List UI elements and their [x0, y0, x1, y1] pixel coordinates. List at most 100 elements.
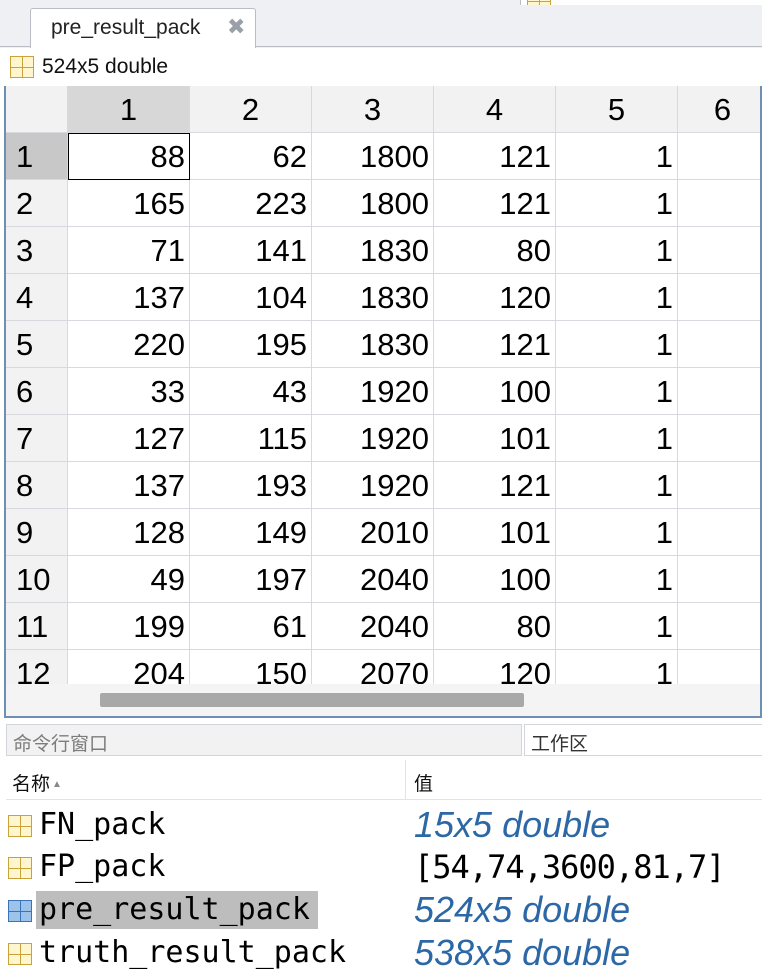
- table-cell[interactable]: 104: [190, 274, 312, 321]
- list-item[interactable]: pre_result_pack 524x5 double: [6, 889, 762, 932]
- table-cell[interactable]: [678, 321, 760, 368]
- table-cell[interactable]: 1: [556, 227, 678, 274]
- table-cell[interactable]: 197: [190, 556, 312, 603]
- table-cell[interactable]: 80: [434, 227, 556, 274]
- row-header[interactable]: 4: [6, 274, 68, 321]
- table-cell[interactable]: 141: [190, 227, 312, 274]
- row-header[interactable]: 3: [6, 227, 68, 274]
- table-cell[interactable]: [678, 227, 760, 274]
- tab-pre-result-pack[interactable]: pre_result_pack ✖: [30, 8, 256, 48]
- close-icon[interactable]: ✖: [227, 15, 245, 40]
- scrollbar-thumb[interactable]: [100, 693, 524, 707]
- table-cell[interactable]: 2010: [312, 509, 434, 556]
- table-cell[interactable]: 1: [556, 180, 678, 227]
- table-cell[interactable]: 115: [190, 415, 312, 462]
- column-header[interactable]: 6: [678, 86, 760, 133]
- table-cell[interactable]: 1830: [312, 227, 434, 274]
- table-cell[interactable]: [678, 368, 760, 415]
- table-cell[interactable]: [678, 180, 760, 227]
- table-cell[interactable]: 1920: [312, 368, 434, 415]
- table-cell[interactable]: 1: [556, 603, 678, 650]
- table-cell[interactable]: 1: [556, 415, 678, 462]
- column-header[interactable]: 5: [556, 86, 678, 133]
- column-header-name[interactable]: 名称 ▲: [6, 760, 406, 800]
- variable-name[interactable]: FN_pack: [36, 806, 173, 844]
- column-header-value[interactable]: 值: [414, 769, 433, 796]
- table-cell[interactable]: 1830: [312, 321, 434, 368]
- table-cell[interactable]: 128: [68, 509, 190, 556]
- table-cell[interactable]: 49: [68, 556, 190, 603]
- column-header[interactable]: 2: [190, 86, 312, 133]
- table-cell[interactable]: 121: [434, 462, 556, 509]
- table-cell[interactable]: 1: [556, 462, 678, 509]
- table-cell[interactable]: [678, 509, 760, 556]
- table-cell[interactable]: 100: [434, 556, 556, 603]
- variable-editor[interactable]: 1 2 3 4 5 6 1 88 62 1800 121 1 2 165 223 1800 121 1 3 71 141…: [4, 86, 762, 718]
- column-header[interactable]: 4: [434, 86, 556, 133]
- table-cell[interactable]: 2040: [312, 556, 434, 603]
- table-cell[interactable]: 1920: [312, 415, 434, 462]
- table-cell[interactable]: 1: [556, 133, 678, 180]
- row-header[interactable]: 9: [6, 509, 68, 556]
- list-item[interactable]: FP_pack [54,74,3600,81,7]: [6, 846, 762, 889]
- table-cell[interactable]: 195: [190, 321, 312, 368]
- table-cell[interactable]: 121: [434, 133, 556, 180]
- table-cell[interactable]: 1800: [312, 133, 434, 180]
- list-item[interactable]: FN_pack 15x5 double: [6, 804, 762, 847]
- table-cell[interactable]: 100: [434, 368, 556, 415]
- table-cell[interactable]: [678, 133, 760, 180]
- row-header[interactable]: 1: [6, 133, 68, 180]
- table-cell[interactable]: 199: [68, 603, 190, 650]
- table-cell[interactable]: 62: [190, 133, 312, 180]
- table-cell[interactable]: [678, 462, 760, 509]
- variable-name[interactable]: pre_result_pack: [36, 891, 318, 929]
- table-cell[interactable]: 1: [556, 368, 678, 415]
- list-item[interactable]: truth_result_pack 538x5 double: [6, 932, 762, 975]
- table-cell[interactable]: 121: [434, 321, 556, 368]
- row-header[interactable]: 10: [6, 556, 68, 603]
- table-cell[interactable]: [678, 603, 760, 650]
- table-cell[interactable]: 1920: [312, 462, 434, 509]
- variable-name[interactable]: truth_result_pack: [36, 934, 354, 972]
- table-cell[interactable]: 223: [190, 180, 312, 227]
- tab-command-window[interactable]: 命令行窗口: [6, 724, 522, 756]
- column-header[interactable]: 3: [312, 86, 434, 133]
- table-cell[interactable]: 120: [434, 274, 556, 321]
- variable-name[interactable]: FP_pack: [36, 848, 173, 886]
- row-header[interactable]: 8: [6, 462, 68, 509]
- table-cell[interactable]: 80: [434, 603, 556, 650]
- row-header[interactable]: 6: [6, 368, 68, 415]
- table-cell[interactable]: 165: [68, 180, 190, 227]
- table-cell[interactable]: 220: [68, 321, 190, 368]
- table-cell[interactable]: 1: [556, 321, 678, 368]
- column-header[interactable]: 1: [68, 86, 190, 133]
- table-cell[interactable]: 43: [190, 368, 312, 415]
- table-cell[interactable]: 137: [68, 274, 190, 321]
- row-header[interactable]: 5: [6, 321, 68, 368]
- row-header[interactable]: 7: [6, 415, 68, 462]
- tab-partially-hidden[interactable]: [520, 0, 762, 5]
- table-cell[interactable]: 1: [556, 556, 678, 603]
- table-cell[interactable]: 101: [434, 509, 556, 556]
- table-cell[interactable]: 101: [434, 415, 556, 462]
- table-cell[interactable]: [678, 274, 760, 321]
- table-cell[interactable]: 137: [68, 462, 190, 509]
- grid-corner[interactable]: [6, 86, 68, 133]
- table-cell[interactable]: [678, 415, 760, 462]
- table-cell[interactable]: 71: [68, 227, 190, 274]
- table-cell[interactable]: 1830: [312, 274, 434, 321]
- table-cell[interactable]: 1: [556, 509, 678, 556]
- table-cell[interactable]: 1: [556, 274, 678, 321]
- horizontal-scrollbar[interactable]: [6, 684, 760, 716]
- tab-workspace[interactable]: 工作区: [524, 724, 762, 756]
- table-cell[interactable]: 61: [190, 603, 312, 650]
- row-header[interactable]: 11: [6, 603, 68, 650]
- table-cell[interactable]: 121: [434, 180, 556, 227]
- table-cell[interactable]: 33: [68, 368, 190, 415]
- row-header[interactable]: 2: [6, 180, 68, 227]
- table-cell[interactable]: 127: [68, 415, 190, 462]
- table-cell[interactable]: 2040: [312, 603, 434, 650]
- table-cell[interactable]: 88: [68, 133, 190, 180]
- table-cell[interactable]: 193: [190, 462, 312, 509]
- table-cell[interactable]: 1800: [312, 180, 434, 227]
